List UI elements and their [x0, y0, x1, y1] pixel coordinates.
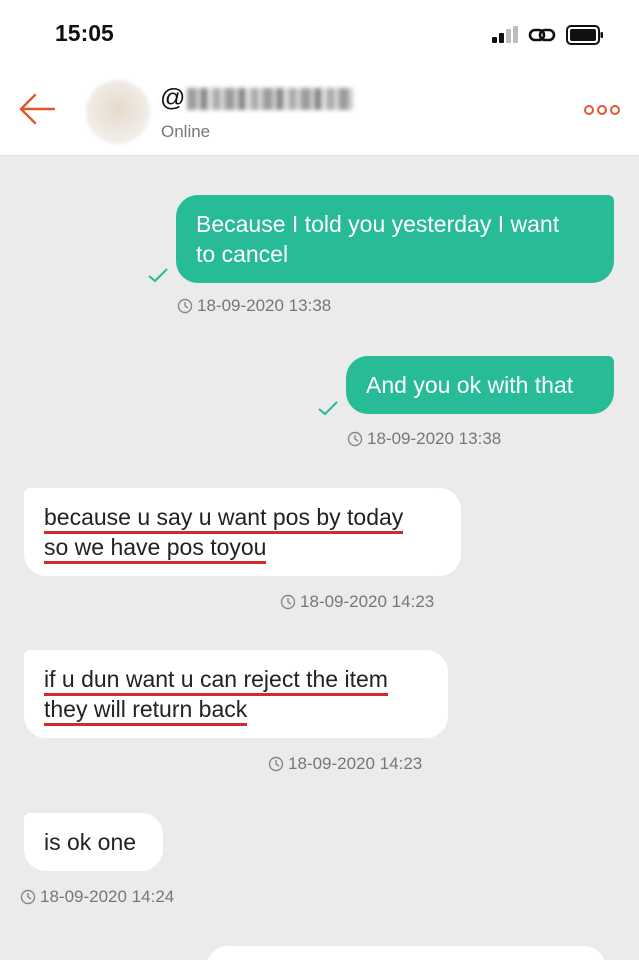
read-check-icon	[318, 401, 338, 416]
sent-message-bubble[interactable]: Because I told you yesterday I want to c…	[176, 195, 614, 283]
message-timestamp: 18-09-2020 14:23	[280, 592, 434, 612]
read-check-icon	[148, 268, 168, 283]
handle-prefix: @	[160, 84, 186, 112]
message-line: if u dun want u can reject the item	[44, 664, 428, 696]
received-message-bubble[interactable]: because u say u want pos by today so we …	[24, 488, 461, 576]
timestamp-text: 18-09-2020 14:24	[40, 887, 175, 906]
message-timestamp: 18-09-2020 14:23	[268, 754, 422, 774]
more-options-icon[interactable]	[584, 102, 620, 118]
received-message-bubble[interactable]: if u dun want u can reject the item they…	[24, 650, 448, 738]
sent-message-bubble[interactable]: And you ok with that	[346, 356, 614, 414]
underlined-text: they will return back	[44, 696, 248, 726]
back-arrow-icon[interactable]	[18, 92, 56, 126]
battery-icon	[566, 25, 603, 45]
underlined-text: because u say u want pos by today	[44, 504, 404, 534]
message-line: And you ok with that	[366, 372, 574, 398]
timestamp-text: 18-09-2020 13:38	[197, 296, 332, 315]
timestamp-text: 18-09-2020 14:23	[288, 754, 423, 773]
timestamp-text: 18-09-2020 14:23	[300, 592, 435, 611]
message-line: to cancel	[196, 241, 289, 267]
contact-handle: @	[160, 84, 354, 113]
avatar[interactable]	[86, 80, 150, 144]
message-line: so we have pos toyou	[44, 532, 441, 564]
received-message-bubble[interactable]: is ok one	[24, 813, 163, 871]
underlined-text: so we have pos toyou	[44, 534, 267, 564]
clock-icon	[20, 889, 36, 905]
message-line: because u say u want pos by today	[44, 502, 441, 534]
clock-icon	[280, 594, 296, 610]
signal-icon	[492, 26, 518, 43]
message-timestamp: 18-09-2020 13:38	[177, 296, 331, 316]
online-status: Online	[161, 122, 211, 141]
timestamp-text: 18-09-2020 13:38	[367, 429, 502, 448]
chat-area[interactable]: Because I told you yesterday I want to c…	[0, 157, 639, 960]
clock-icon	[268, 756, 284, 772]
redacted-username	[187, 87, 354, 110]
link-icon	[528, 28, 556, 42]
clock-icon	[177, 298, 193, 314]
message-timestamp: 18-09-2020 13:38	[347, 429, 501, 449]
underlined-text: if u dun want u can reject the item	[44, 666, 388, 696]
chat-header: @ Online	[0, 66, 639, 156]
message-line: they will return back	[44, 694, 428, 726]
message-timestamp: 18-09-2020 14:24	[20, 887, 174, 907]
clock-icon	[347, 431, 363, 447]
status-bar: 15:05	[0, 0, 639, 66]
message-line: Because I told you yesterday I want	[196, 211, 560, 237]
partial-message-bubble[interactable]	[206, 946, 606, 960]
message-line: is ok one	[44, 829, 137, 855]
status-time: 15:05	[55, 20, 114, 46]
